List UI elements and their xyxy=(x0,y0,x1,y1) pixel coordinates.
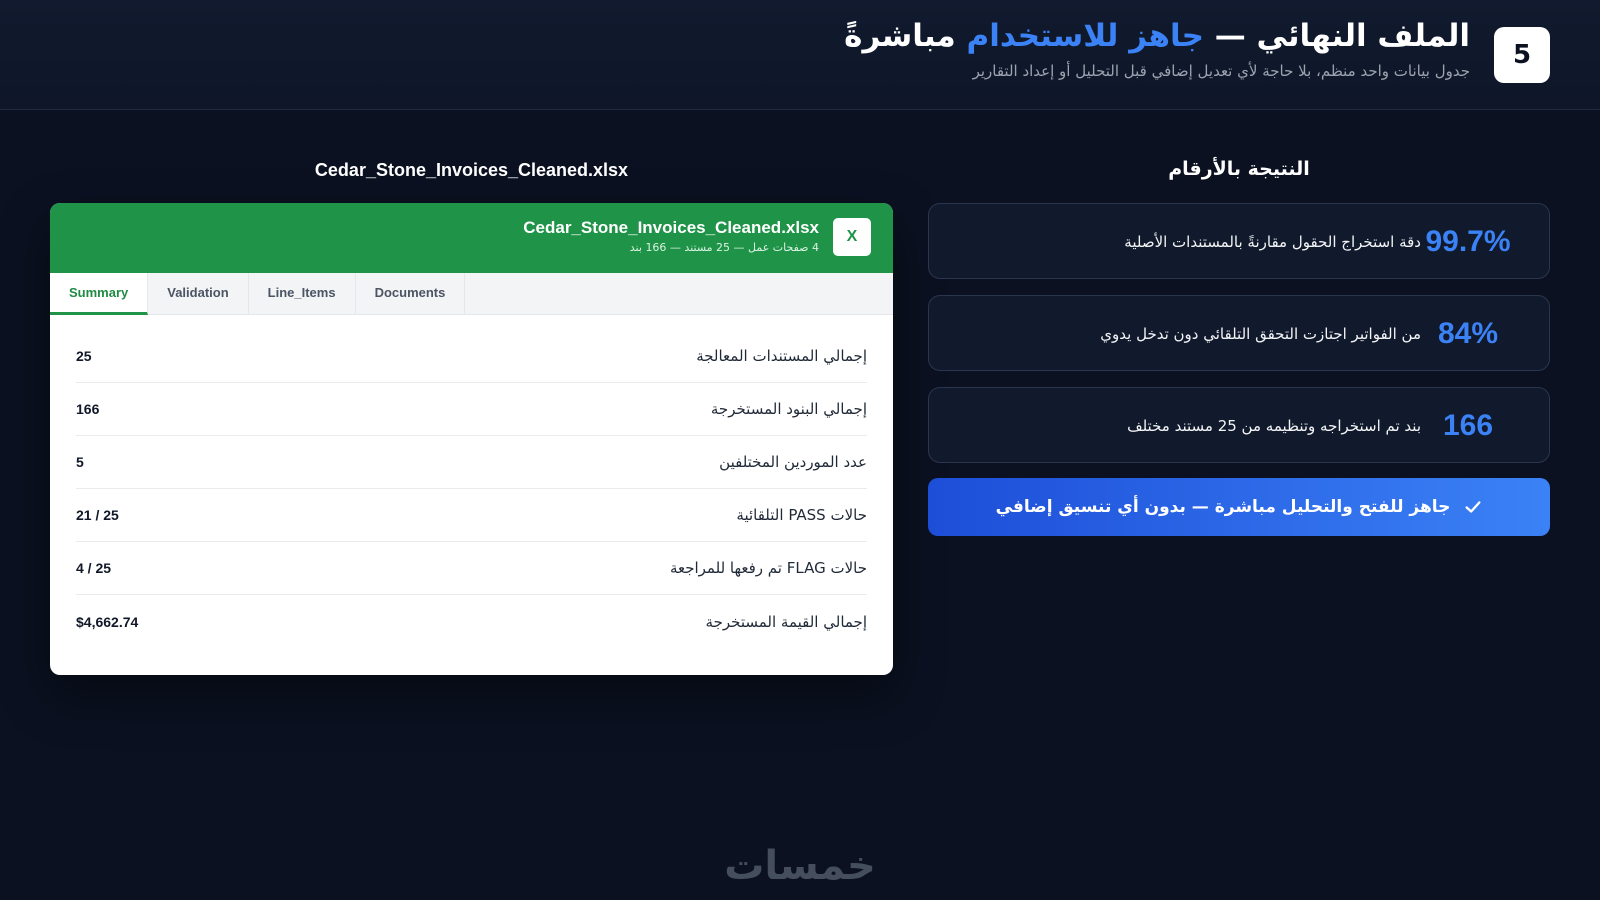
stat-description: بند تم استخراجه وتنظيمه من 25 مستند مختل… xyxy=(1127,417,1421,435)
file-preview-heading: Cedar_Stone_Invoices_Cleaned.xlsx xyxy=(314,160,629,180)
summary-label: عدد الموردين المختلفين xyxy=(719,453,867,471)
spreadsheet-file-name: Cedar_Stone_Invoices_Cleaned.xlsx xyxy=(523,218,819,237)
summary-label: إجمالي القيمة المستخرجة xyxy=(705,612,867,631)
summary-value: 4 / 25 xyxy=(76,560,112,576)
summary-table: 25 إجمالي المستندات المعالجة 166 إجمالي … xyxy=(50,315,893,648)
table-row: $4,662.74 إجمالي القيمة المستخرجة xyxy=(76,595,867,648)
tab-summary[interactable]: Summary xyxy=(50,273,149,315)
title-part2: مباشرةً xyxy=(844,18,967,54)
spreadsheet-preview-card: X Cedar_Stone_Invoices_Cleaned.xlsx 4 صف… xyxy=(50,203,893,675)
page-header: 5 الملف النهائي — جاهز للاستخدام مباشرةً… xyxy=(0,0,1600,110)
stat-description: من الفواتير اجتازت التحقق التلقائي دون ت… xyxy=(1100,325,1421,343)
spreadsheet-meta: 4 صفحات عمل — 25 مستند — 166 بند xyxy=(629,241,819,254)
table-row: 5 عدد الموردين المختلفين xyxy=(76,436,867,489)
tab-line-items[interactable]: Line_Items xyxy=(249,273,356,315)
summary-label: إجمالي المستندات المعالجة xyxy=(696,347,867,365)
spreadsheet-titles: Cedar_Stone_Invoices_Cleaned.xlsx 4 صفحا… xyxy=(523,218,819,254)
summary-value: 5 xyxy=(76,454,84,470)
table-row: 4 / 25 حالات FLAG تم رفعها للمراجعة xyxy=(76,542,867,595)
results-heading: النتيجة بالأرقام xyxy=(1168,158,1310,180)
title-accent: جاهز للاستخدام xyxy=(966,18,1204,54)
ready-banner-text: جاهز للفتح والتحليل مباشرة — بدون أي تنس… xyxy=(995,497,1451,517)
spreadsheet-header: X Cedar_Stone_Invoices_Cleaned.xlsx 4 صف… xyxy=(50,203,893,273)
stat-card-auto-pass: 84% من الفواتير اجتازت التحقق التلقائي د… xyxy=(928,295,1550,371)
header-text: الملف النهائي — جاهز للاستخدام مباشرةً ج… xyxy=(844,18,1470,80)
sheet-tabs: Summary Validation Line_Items Documents xyxy=(50,273,893,315)
stat-card-accuracy: 99.7% دقة استخراج الحقول مقارنةً بالمستن… xyxy=(928,203,1550,279)
stat-value: 99.7% xyxy=(1425,225,1511,258)
ready-banner: جاهز للفتح والتحليل مباشرة — بدون أي تنس… xyxy=(928,478,1550,536)
page-subtitle: جدول بيانات واحد منظم، بلا حاجة لأي تعدي… xyxy=(972,62,1470,80)
stat-description: دقة استخراج الحقول مقارنةً بالمستندات ال… xyxy=(1124,233,1421,251)
khamsat-logo: خمسات xyxy=(724,843,876,889)
tab-validation[interactable]: Validation xyxy=(148,273,249,315)
page-title: الملف النهائي — جاهز للاستخدام مباشرةً xyxy=(844,18,1470,54)
stat-value: 166 xyxy=(1442,409,1494,442)
step-number-badge: 5 xyxy=(1494,27,1550,83)
summary-label: حالات FLAG تم رفعها للمراجعة xyxy=(669,559,867,577)
summary-value: 21 / 25 xyxy=(76,507,119,523)
summary-value: 25 xyxy=(76,348,92,364)
excel-file-icon: X xyxy=(833,218,871,256)
title-part1: الملف النهائي — xyxy=(1203,18,1470,54)
table-row: 21 / 25 حالات PASS التلقائية xyxy=(76,489,867,542)
tab-documents[interactable]: Documents xyxy=(356,273,466,315)
summary-value: $4,662.74 xyxy=(76,613,139,630)
stat-card-line-items: 166 بند تم استخراجه وتنظيمه من 25 مستند … xyxy=(928,387,1550,463)
summary-value: 166 xyxy=(76,401,100,417)
summary-label: إجمالي البنود المستخرجة xyxy=(710,400,867,418)
summary-label: حالات PASS التلقائية xyxy=(736,506,867,524)
check-icon xyxy=(1465,501,1481,513)
stat-value: 84% xyxy=(1437,317,1499,350)
table-row: 166 إجمالي البنود المستخرجة xyxy=(76,383,867,436)
table-row: 25 إجمالي المستندات المعالجة xyxy=(76,330,867,383)
